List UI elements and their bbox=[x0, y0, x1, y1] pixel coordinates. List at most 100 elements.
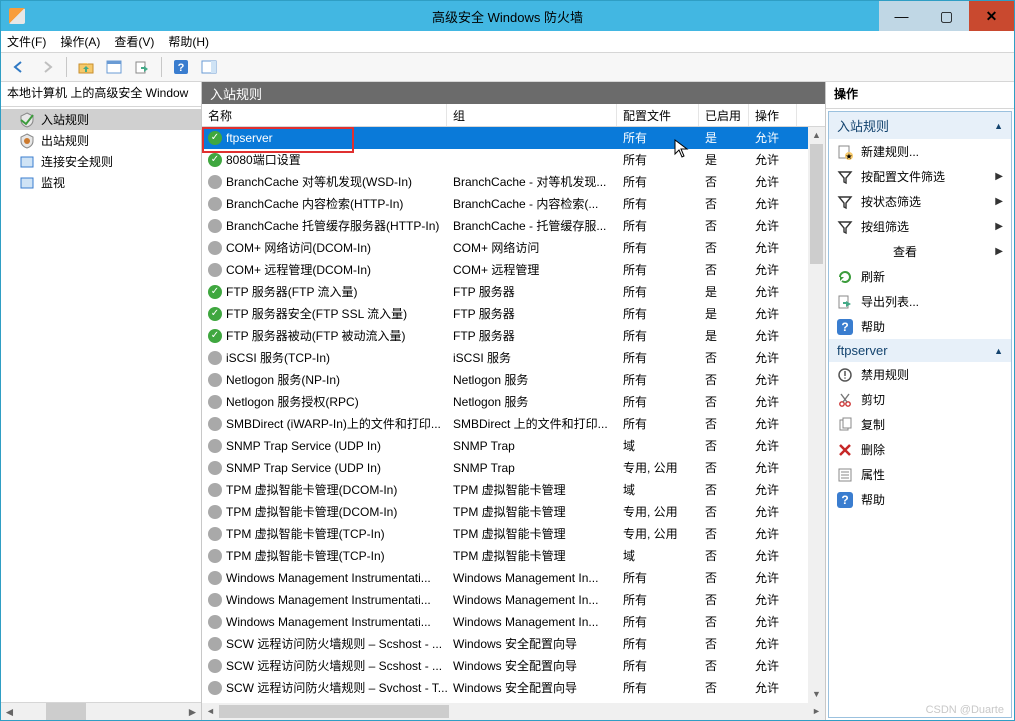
table-row[interactable]: Netlogon 服务授权(RPC)Netlogon 服务所有否允许 bbox=[202, 391, 808, 413]
action-help[interactable]: ?帮助 bbox=[829, 314, 1011, 339]
disabled-icon bbox=[208, 461, 222, 475]
action-props[interactable]: 属性 bbox=[829, 462, 1011, 487]
menu-file[interactable]: 文件(F) bbox=[7, 33, 46, 50]
rule-enabled: 否 bbox=[699, 679, 749, 696]
disabled-icon bbox=[208, 395, 222, 409]
action-label: 按状态筛选 bbox=[861, 193, 921, 210]
table-row[interactable]: Windows Management Instrumentati...Windo… bbox=[202, 589, 808, 611]
disabled-icon bbox=[208, 681, 222, 695]
table-row[interactable]: TPM 虚拟智能卡管理(TCP-In)TPM 虚拟智能卡管理专用, 公用否允许 bbox=[202, 523, 808, 545]
table-row[interactable]: ✓FTP 服务器(FTP 流入量)FTP 服务器所有是允许 bbox=[202, 281, 808, 303]
rule-enabled: 否 bbox=[699, 393, 749, 410]
table-row[interactable]: BranchCache 托管缓存服务器(HTTP-In)BranchCache … bbox=[202, 215, 808, 237]
tree-item-0[interactable]: 入站规则 bbox=[1, 109, 201, 130]
action-help[interactable]: ?帮助 bbox=[829, 487, 1011, 512]
table-row[interactable]: SNMP Trap Service (UDP In)SNMP Trap专用, 公… bbox=[202, 457, 808, 479]
rule-enabled: 是 bbox=[699, 151, 749, 168]
action-section-rule[interactable]: ftpserver▲ bbox=[829, 339, 1011, 362]
rule-profile: 所有 bbox=[617, 371, 699, 388]
col-name[interactable]: 名称 bbox=[202, 104, 447, 126]
table-row[interactable]: SNMP Trap Service (UDP In)SNMP Trap域否允许 bbox=[202, 435, 808, 457]
action-filter[interactable]: 按组筛选▶ bbox=[829, 214, 1011, 239]
rule-action: 允许 bbox=[749, 371, 797, 388]
table-row[interactable]: iSCSI 服务(TCP-In)iSCSI 服务所有否允许 bbox=[202, 347, 808, 369]
forward-button[interactable] bbox=[35, 55, 59, 79]
tree-label: 入站规则 bbox=[41, 111, 89, 128]
menu-action[interactable]: 操作(A) bbox=[60, 33, 100, 50]
table-row[interactable]: ✓8080端口设置所有是允许 bbox=[202, 149, 808, 171]
table-row[interactable]: BranchCache 对等机发现(WSD-In)BranchCache - 对… bbox=[202, 171, 808, 193]
table-row[interactable]: Windows Management Instrumentati...Windo… bbox=[202, 611, 808, 633]
action-new[interactable]: ★新建规则... bbox=[829, 139, 1011, 164]
rule-action: 允许 bbox=[749, 657, 797, 674]
panel-icon[interactable] bbox=[197, 55, 221, 79]
help-icon[interactable]: ? bbox=[169, 55, 193, 79]
rule-enabled: 否 bbox=[699, 349, 749, 366]
action-section-inbound[interactable]: 入站规则▲ bbox=[829, 112, 1011, 139]
tree-label: 连接安全规则 bbox=[41, 153, 113, 170]
menu-view[interactable]: 查看(V) bbox=[114, 33, 154, 50]
export-icon[interactable] bbox=[130, 55, 154, 79]
table-row[interactable]: TPM 虚拟智能卡管理(DCOM-In)TPM 虚拟智能卡管理专用, 公用否允许 bbox=[202, 501, 808, 523]
rule-name: FTP 服务器(FTP 流入量) bbox=[226, 283, 358, 300]
table-row[interactable]: ✓FTP 服务器安全(FTP SSL 流入量)FTP 服务器所有是允许 bbox=[202, 303, 808, 325]
action-cut[interactable]: 剪切 bbox=[829, 387, 1011, 412]
vscroll[interactable]: ▲▼ bbox=[808, 127, 825, 703]
col-profile[interactable]: 配置文件 bbox=[617, 104, 699, 126]
tree-root[interactable]: 本地计算机 上的高级安全 Window bbox=[1, 82, 201, 107]
action-copy[interactable]: 复制 bbox=[829, 412, 1011, 437]
rule-profile: 专用, 公用 bbox=[617, 503, 699, 520]
rule-name: ftpserver bbox=[226, 131, 273, 145]
folder-up-icon[interactable] bbox=[74, 55, 98, 79]
rule-enabled: 否 bbox=[699, 239, 749, 256]
table-row[interactable]: TPM 虚拟智能卡管理(TCP-In)TPM 虚拟智能卡管理域否允许 bbox=[202, 545, 808, 567]
action-delete[interactable]: 删除 bbox=[829, 437, 1011, 462]
back-button[interactable] bbox=[7, 55, 31, 79]
table-row[interactable]: ✓ftpserver所有是允许 bbox=[202, 127, 808, 149]
rule-name: Windows Management Instrumentati... bbox=[226, 571, 431, 585]
action-view[interactable]: 查看▶ bbox=[829, 239, 1011, 264]
chevron-right-icon: ▶ bbox=[995, 196, 1003, 207]
rule-action: 允许 bbox=[749, 525, 797, 542]
col-action[interactable]: 操作 bbox=[749, 104, 797, 126]
menu-help[interactable]: 帮助(H) bbox=[168, 33, 209, 50]
titlebar[interactable]: 高级安全 Windows 防火墙 — ▢ ✕ bbox=[1, 1, 1014, 31]
table-row[interactable]: COM+ 网络访问(DCOM-In)COM+ 网络访问所有否允许 bbox=[202, 237, 808, 259]
table-row[interactable]: TPM 虚拟智能卡管理(DCOM-In)TPM 虚拟智能卡管理域否允许 bbox=[202, 479, 808, 501]
grid-header: 名称 组 配置文件 已启用 操作 bbox=[202, 104, 825, 127]
action-export[interactable]: 导出列表... bbox=[829, 289, 1011, 314]
help-icon: ? bbox=[837, 492, 853, 508]
properties-icon[interactable] bbox=[102, 55, 126, 79]
action-filter[interactable]: 按状态筛选 ▶ bbox=[829, 189, 1011, 214]
action-refresh[interactable]: 刷新 bbox=[829, 264, 1011, 289]
tree-item-3[interactable]: 监视 bbox=[1, 172, 201, 193]
hscroll[interactable]: ◄► bbox=[202, 703, 825, 720]
table-row[interactable]: SCW 远程访问防火墙规则 – Svchost - T...Windows 安全… bbox=[202, 677, 808, 699]
table-row[interactable]: SCW 远程访问防火墙规则 – Scshost - ...Windows 安全配… bbox=[202, 655, 808, 677]
tree-item-1[interactable]: 出站规则 bbox=[1, 130, 201, 151]
action-disable[interactable]: 禁用规则 bbox=[829, 362, 1011, 387]
tree-hscroll[interactable]: ◄ ► bbox=[1, 702, 201, 720]
rule-group: Windows 安全配置向导 bbox=[447, 657, 617, 674]
col-group[interactable]: 组 bbox=[447, 104, 617, 126]
rule-action: 允许 bbox=[749, 349, 797, 366]
disabled-icon bbox=[208, 549, 222, 563]
rule-group: Windows Management In... bbox=[447, 593, 617, 607]
table-row[interactable]: SMBDirect (iWARP-In)上的文件和打印...SMBDirect … bbox=[202, 413, 808, 435]
table-row[interactable]: Netlogon 服务(NP-In)Netlogon 服务所有否允许 bbox=[202, 369, 808, 391]
action-label: 刷新 bbox=[861, 268, 885, 285]
tree-icon bbox=[19, 154, 35, 170]
disabled-icon bbox=[208, 659, 222, 673]
table-row[interactable]: SCW 远程访问防火墙规则 – Scshost - ...Windows 安全配… bbox=[202, 633, 808, 655]
table-row[interactable]: Windows Management Instrumentati...Windo… bbox=[202, 567, 808, 589]
table-row[interactable]: ✓FTP 服务器被动(FTP 被动流入量)FTP 服务器所有是允许 bbox=[202, 325, 808, 347]
disabled-icon bbox=[208, 263, 222, 277]
action-filter[interactable]: 按配置文件筛选▶ bbox=[829, 164, 1011, 189]
col-enabled[interactable]: 已启用 bbox=[699, 104, 749, 126]
rule-name: TPM 虚拟智能卡管理(DCOM-In) bbox=[226, 503, 397, 520]
rule-action: 允许 bbox=[749, 129, 797, 146]
table-row[interactable]: BranchCache 内容检索(HTTP-In)BranchCache - 内… bbox=[202, 193, 808, 215]
tree-item-2[interactable]: 连接安全规则 bbox=[1, 151, 201, 172]
table-row[interactable]: COM+ 远程管理(DCOM-In)COM+ 远程管理所有否允许 bbox=[202, 259, 808, 281]
rule-enabled: 否 bbox=[699, 635, 749, 652]
